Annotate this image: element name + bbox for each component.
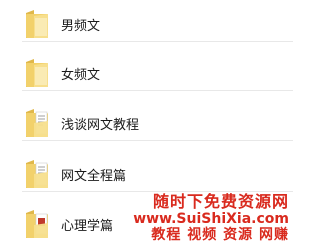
folder-item-3[interactable]: 浅谈网文教程 (14, 105, 293, 141)
folder-label: 浅谈网文教程 (61, 118, 140, 133)
folder-with-documents-icon (23, 208, 51, 240)
folder-item-1[interactable]: 男频文 (14, 6, 293, 42)
folder-item-4[interactable]: 网文全程篇 (14, 156, 293, 192)
watermark-url: www.SuiShiXia.com (133, 211, 289, 227)
divider (22, 41, 293, 42)
folder-icon (23, 8, 51, 40)
watermark: 随时下免费资源网 www.SuiShiXia.com 教程 视频 资源 网赚 (109, 193, 289, 244)
folder-with-documents-icon (23, 107, 51, 139)
folder-icon (23, 57, 51, 89)
divider (22, 140, 293, 141)
divider (22, 90, 293, 91)
watermark-title: 随时下免费资源网 (152, 192, 289, 211)
watermark-tagline: 教程 视频 资源 网赚 (151, 227, 289, 243)
folder-label: 网文全程篇 (61, 169, 127, 184)
folder-item-2[interactable]: 女频文 (14, 55, 293, 91)
folder-with-documents-icon (23, 158, 51, 190)
folder-label: 男频文 (61, 19, 101, 34)
folder-label: 心理学篇 (61, 219, 114, 234)
folder-label: 女频文 (61, 68, 101, 83)
